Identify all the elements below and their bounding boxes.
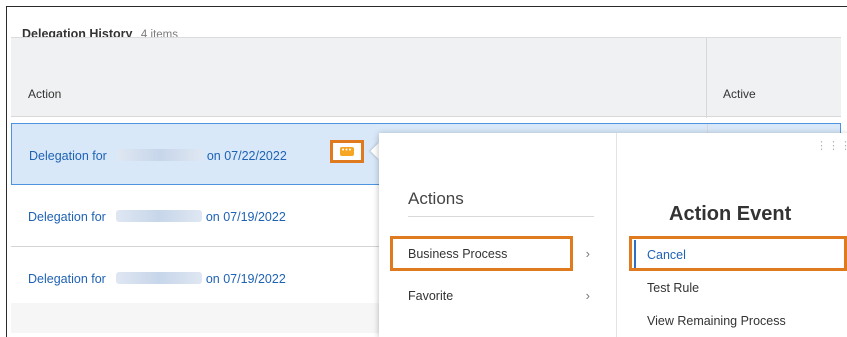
delegation-link-date: on 07/19/2022 — [205, 272, 286, 286]
table-header-row: Action Active — [11, 37, 841, 118]
menu-item-favorite[interactable]: Favorite › — [408, 281, 598, 311]
delegation-link-prefix: Delegation for — [28, 210, 106, 224]
divider — [408, 216, 594, 217]
actions-title: Actions — [408, 189, 464, 208]
related-actions-button[interactable]: ••• — [330, 140, 364, 163]
chevron-right-icon: › — [585, 288, 590, 303]
highlight-business-process — [390, 236, 573, 271]
delegation-link-prefix: Delegation for — [29, 149, 107, 163]
drag-handle-icon[interactable]: ⋮⋮⋮ — [816, 141, 847, 152]
column-header-active[interactable]: Active — [723, 87, 756, 101]
related-actions-popup: Actions Business Process › Favorite › ⋮⋮… — [379, 133, 847, 337]
delegation-link[interactable]: Delegation for on 07/19/2022 — [28, 272, 286, 286]
action-event-title: Action Event — [669, 203, 792, 225]
highlight-cancel — [629, 236, 847, 271]
chevron-right-icon: › — [585, 246, 590, 261]
redacted-name — [115, 210, 202, 222]
redacted-name — [116, 149, 203, 161]
related-actions-icon: ••• — [340, 147, 354, 156]
redacted-name — [115, 272, 202, 284]
delegation-link-date: on 07/19/2022 — [205, 210, 286, 224]
pane-divider — [616, 133, 617, 337]
action-test-rule[interactable]: Test Rule — [647, 281, 699, 295]
delegation-link[interactable]: Delegation for on 07/19/2022 — [28, 210, 286, 224]
delegation-link[interactable]: Delegation for on 07/22/2022 — [29, 149, 287, 163]
column-header-action[interactable]: Action — [28, 87, 61, 101]
action-view-remaining-process[interactable]: View Remaining Process — [647, 314, 786, 328]
delegation-link-date: on 07/22/2022 — [206, 149, 287, 163]
delegation-link-prefix: Delegation for — [28, 272, 106, 286]
column-divider — [706, 38, 707, 118]
menu-item-label: Favorite — [408, 289, 454, 303]
